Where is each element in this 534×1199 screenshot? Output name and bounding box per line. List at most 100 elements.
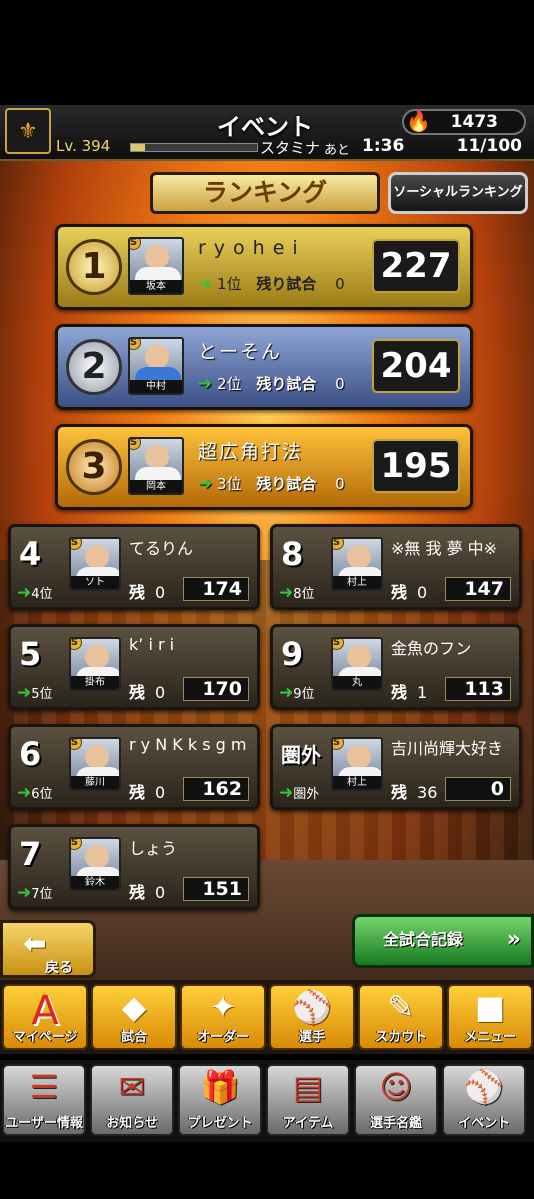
rank-position: 6位 bbox=[31, 787, 53, 802]
nav-label: プレゼント bbox=[187, 1116, 253, 1131]
player-name: 坂本 bbox=[130, 280, 182, 293]
arrow-right-icon: ➜ bbox=[198, 274, 213, 294]
rank-info: ➜8位 bbox=[279, 583, 315, 603]
nav-sub-item-0[interactable]: ☰ ユーザー情報 bbox=[2, 1064, 86, 1136]
nav-sub-item-3[interactable]: ▤ アイテム bbox=[266, 1064, 350, 1136]
nav-main-item-4[interactable]: ✎ スカウト bbox=[358, 984, 444, 1050]
player-name: 岡本 bbox=[130, 480, 182, 493]
remaining-count: 0 bbox=[155, 783, 166, 802]
rank-info: ➜ 3位 残り試合 0 bbox=[198, 473, 345, 494]
remaining-count: 0 bbox=[335, 275, 345, 293]
score-value: 195 bbox=[372, 439, 460, 493]
nav-main-item-3[interactable]: ⚾ 選手 bbox=[269, 984, 355, 1050]
user-name: 吉川尚輝大好き bbox=[391, 739, 504, 758]
top-header: ⚜ イベント 🔥 1473 Lv. 394 スタミナ あと 1:36 11/10… bbox=[0, 105, 534, 161]
tab-social-ranking[interactable]: ソーシャルランキング bbox=[388, 172, 528, 214]
fire-icon: 🔥 bbox=[406, 109, 431, 133]
remaining-info: 残0 bbox=[129, 679, 165, 703]
user-name: 金魚のフン bbox=[391, 639, 472, 658]
rank-number: 5 bbox=[19, 635, 42, 673]
rank-number: 8 bbox=[281, 535, 304, 573]
remaining-label: 残 bbox=[129, 783, 146, 802]
status-bar: Lv. 394 スタミナ あと 1:36 11/100 bbox=[52, 136, 528, 158]
rank-number: 4 bbox=[19, 535, 42, 573]
nav-label: スカウト bbox=[374, 1030, 427, 1045]
rank-card-1[interactable]: 1 坂本 S ryohei ➜ 1位 残り試合 0 227 bbox=[55, 224, 473, 310]
nav-sub-item-4[interactable]: ☺ 選手名鑑 bbox=[354, 1064, 438, 1136]
currency-value: 1473 bbox=[450, 112, 498, 132]
remaining-label: 残 bbox=[391, 583, 408, 602]
arrow-right-icon: ➜ bbox=[17, 683, 32, 703]
nav-icon: 🎁 bbox=[200, 1068, 240, 1106]
nav-icon: ▤ bbox=[292, 1068, 324, 1106]
back-button[interactable]: ⬅ 戻る bbox=[0, 920, 96, 978]
arrow-right-icon: ➜ bbox=[198, 374, 213, 394]
remaining-info: 残0 bbox=[129, 779, 165, 803]
player-avatar: 丸 S bbox=[331, 637, 383, 691]
team-logo-icon[interactable]: ⚜ bbox=[5, 108, 51, 154]
player-avatar: 坂本 S bbox=[128, 237, 184, 295]
player-name: 村上 bbox=[333, 776, 381, 789]
double-chevron-right-icon: » bbox=[506, 927, 521, 952]
score-value: 174 bbox=[183, 577, 249, 601]
stamina-bar-fill bbox=[131, 144, 145, 151]
rank-card-3[interactable]: 3 岡本 S 超広角打法 ➜ 3位 残り試合 0 195 bbox=[55, 424, 473, 510]
back-arrow-icon: ⬅ bbox=[23, 927, 47, 960]
rank-info: ➜ 1位 残り試合 0 bbox=[198, 273, 345, 294]
record-label: 全試合記録 bbox=[383, 930, 464, 949]
rank-card-10[interactable]: 7 ➜7位 鈴木 S しょう 残0 151 bbox=[8, 824, 260, 910]
arrow-right-icon: ➜ bbox=[17, 883, 32, 903]
rank-card-4[interactable]: 4 ➜4位 ソト S てるりん 残0 174 bbox=[8, 524, 260, 610]
nav-main-item-0[interactable]: A マイページ bbox=[2, 984, 88, 1050]
nav-main-item-5[interactable]: ■ メニュー bbox=[447, 984, 533, 1050]
all-games-record-button[interactable]: 全試合記録 » bbox=[352, 914, 534, 968]
nav-main-item-2[interactable]: ✦ オーダー bbox=[180, 984, 266, 1050]
user-name: k’ i r i bbox=[129, 635, 175, 654]
s-rank-badge-icon: S bbox=[333, 639, 344, 650]
nav-sub-item-1[interactable]: ✉ お知らせ bbox=[90, 1064, 174, 1136]
nav-icon: ◆ bbox=[121, 988, 147, 1026]
rank-position: 8位 bbox=[293, 587, 315, 602]
remaining-label: 残 bbox=[391, 683, 408, 702]
arrow-right-icon: ➜ bbox=[279, 783, 294, 803]
nav-sub-item-2[interactable]: 🎁 プレゼント bbox=[178, 1064, 262, 1136]
s-rank-badge-icon: S bbox=[71, 539, 82, 550]
remaining-info: 残0 bbox=[129, 579, 165, 603]
player-avatar: ソト S bbox=[69, 537, 121, 591]
score-value: 113 bbox=[445, 677, 511, 701]
s-rank-badge-icon: S bbox=[130, 439, 141, 450]
rank-number: 9 bbox=[281, 635, 304, 673]
rank-card-5[interactable]: 8 ➜8位 村上 S ※無 我 夢 中※ 残0 147 bbox=[270, 524, 522, 610]
back-label: 戻る bbox=[45, 960, 73, 976]
remaining-label: 残り試合 bbox=[256, 275, 317, 293]
rank-card-8[interactable]: 6 ➜6位 藤川 S r y N K k s g m 残0 162 bbox=[8, 724, 260, 810]
rank-number: 7 bbox=[19, 835, 42, 873]
rank-card-6[interactable]: 5 ➜5位 掛布 S k’ i r i 残0 170 bbox=[8, 624, 260, 710]
remaining-label: 残 bbox=[129, 883, 146, 902]
score-value: 204 bbox=[372, 339, 460, 393]
nav-sub-item-5[interactable]: ⚾ イベント bbox=[442, 1064, 526, 1136]
user-name: ※無 我 夢 中※ bbox=[391, 539, 498, 558]
remaining-count: 1 bbox=[417, 683, 428, 702]
score-value: 0 bbox=[445, 777, 511, 801]
rank-info: ➜4位 bbox=[17, 583, 53, 603]
remaining-count: 36 bbox=[417, 783, 438, 802]
currency-display[interactable]: 🔥 1473 bbox=[402, 109, 526, 135]
s-rank-badge-icon: S bbox=[333, 739, 344, 750]
arrow-right-icon: ➜ bbox=[17, 583, 32, 603]
player-avatar: 村上 S bbox=[331, 737, 383, 791]
arrow-right-icon: ➜ bbox=[279, 583, 294, 603]
nav-icon: ✎ bbox=[387, 988, 415, 1026]
nav-main-item-1[interactable]: ◆ 試合 bbox=[91, 984, 177, 1050]
rank-position: 1位 bbox=[217, 275, 242, 293]
rank-position: 4位 bbox=[31, 587, 53, 602]
score-value: 151 bbox=[183, 877, 249, 901]
tab-ranking[interactable]: ランキング bbox=[150, 172, 380, 214]
level-display: Lv. 394 bbox=[56, 137, 110, 155]
rank-card-2[interactable]: 2 中村 S とーそん ➜ 2位 残り試合 0 204 bbox=[55, 324, 473, 410]
remaining-label: 残 bbox=[391, 783, 408, 802]
rank-card-7[interactable]: 9 ➜9位 丸 S 金魚のフン 残1 113 bbox=[270, 624, 522, 710]
sub-nav: ☰ ユーザー情報 ✉ お知らせ 🎁 プレゼント ▤ アイテム ☺ 選手名鑑 ⚾ … bbox=[0, 1060, 534, 1142]
rank-card-9[interactable]: 圏外 ➜圏外 村上 S 吉川尚輝大好き 残 36 0 bbox=[270, 724, 522, 810]
nav-label: 選手 bbox=[298, 1030, 325, 1045]
